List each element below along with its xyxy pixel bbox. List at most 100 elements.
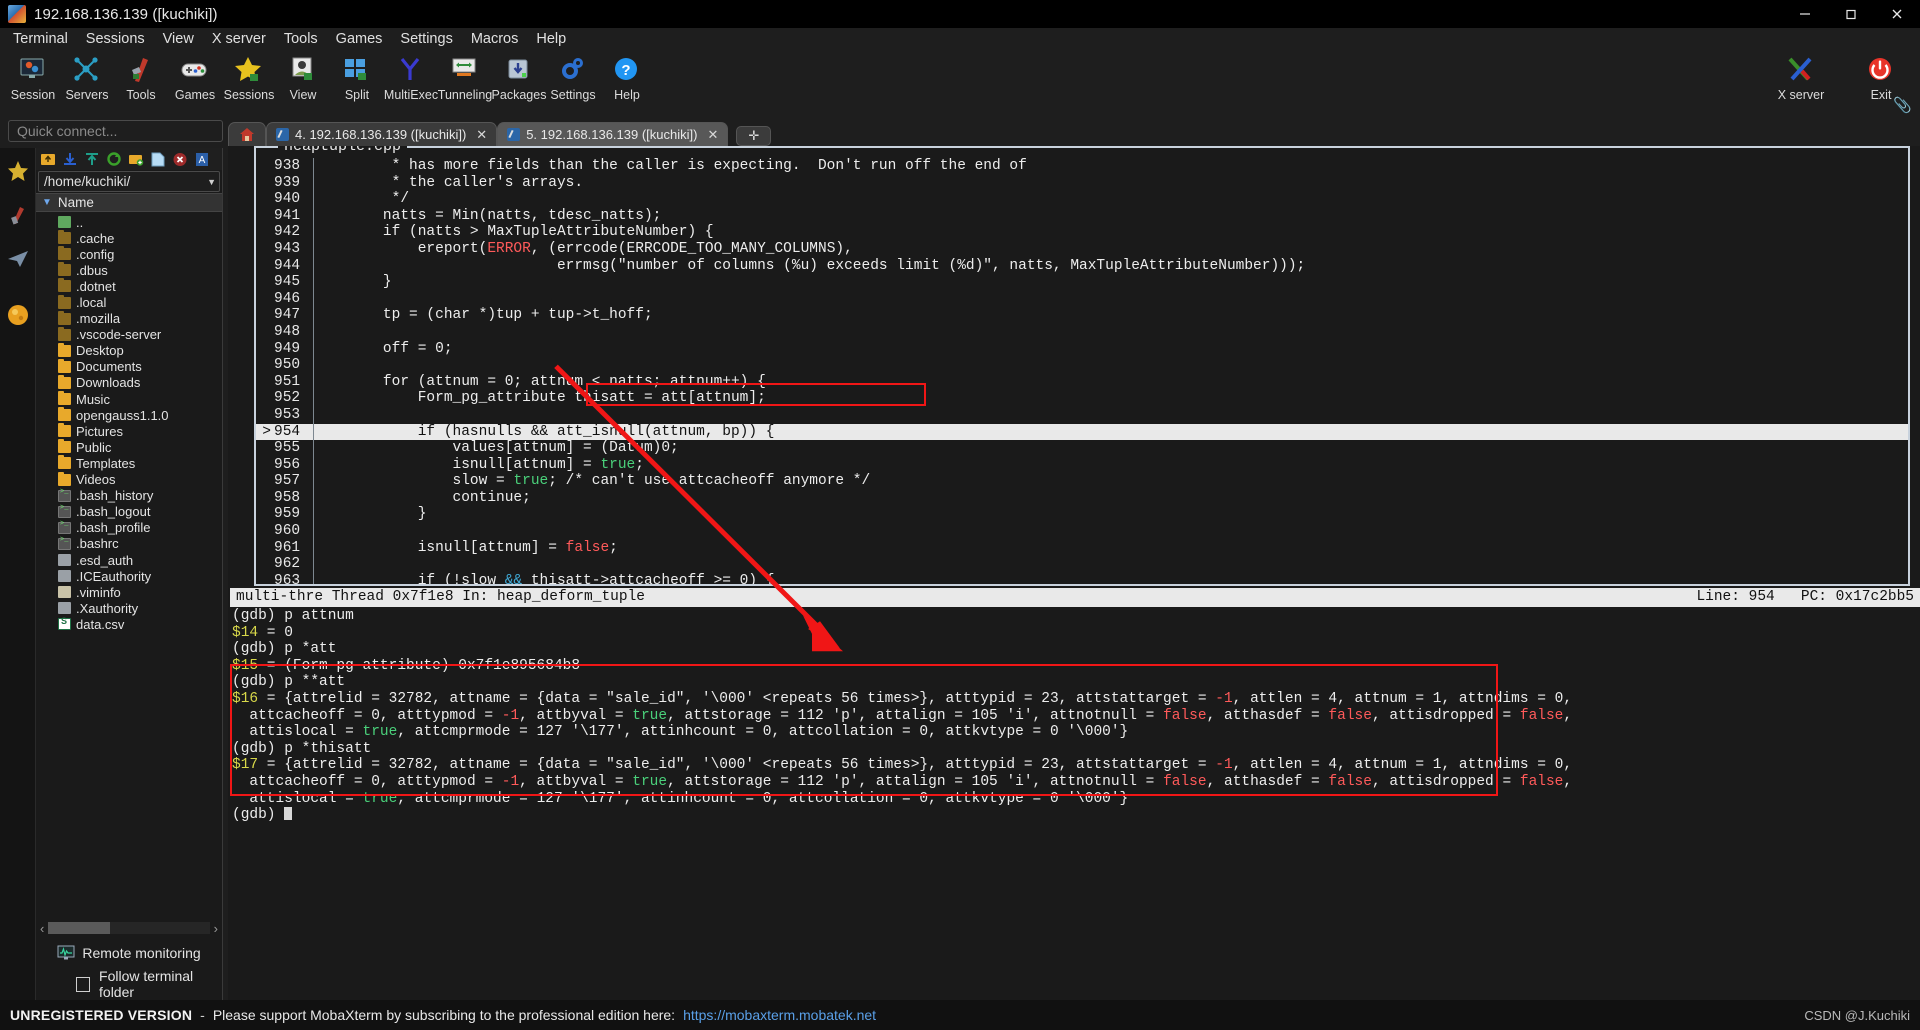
file-list-item[interactable]: ..	[36, 214, 222, 230]
gdb-console-output[interactable]: (gdb) p attnum $14 = 0 (gdb) p *att $15 = (…	[230, 608, 1920, 1000]
terminal-area[interactable]: heaptuple.cpp 938 * has more fields than…	[228, 146, 1920, 1000]
new-folder-icon[interactable]	[127, 150, 145, 168]
toolbar-session-button[interactable]: Session	[6, 52, 60, 102]
path-dropdown[interactable]: /home/kuchiki/ ▼	[38, 171, 220, 192]
toolbar-sessions-button[interactable]: Sessions	[222, 52, 276, 102]
file-list-item[interactable]: Pictures	[36, 423, 222, 439]
toolbar-packages-button[interactable]: Packages	[492, 52, 546, 102]
file-list-item[interactable]: .Xauthority	[36, 600, 222, 616]
session-tab[interactable]: 4. 192.168.136.139 ([kuchiki]) ✕	[266, 122, 498, 146]
toolbar-split-button[interactable]: Split	[330, 52, 384, 102]
file-list-item[interactable]: .bash_history	[36, 488, 222, 504]
scroll-right-arrow-icon[interactable]: ›	[214, 921, 218, 936]
toolbar-help-button[interactable]: ? Help	[600, 52, 654, 102]
maximize-button[interactable]	[1828, 0, 1874, 28]
menu-item-help[interactable]: Help	[527, 29, 575, 49]
tab-close-icon[interactable]: ✕	[707, 127, 718, 143]
toolbar-tools-button[interactable]: Tools	[114, 52, 168, 102]
sh-icon	[58, 536, 71, 550]
toolbar-servers-button[interactable]: Servers	[60, 52, 114, 102]
file-name: .bash_history	[76, 488, 154, 504]
file-list-item[interactable]: .bashrc	[36, 536, 222, 552]
file-list-item[interactable]: .ICEauthority	[36, 568, 222, 584]
text-mode-icon[interactable]: A	[193, 150, 211, 168]
scrollbar-track[interactable]	[48, 922, 210, 934]
file-list-item[interactable]: .config	[36, 246, 222, 262]
file-list-item[interactable]: .cache	[36, 230, 222, 246]
menu-item-x-server[interactable]: X server	[203, 29, 275, 49]
code-text: * has more fields than the caller is exp…	[322, 158, 1027, 174]
menu-item-terminal[interactable]: Terminal	[4, 29, 77, 49]
code-text: natts = Min(natts, tdesc_natts);	[322, 207, 662, 224]
minimize-button[interactable]	[1782, 0, 1828, 28]
file-list-item[interactable]: Downloads	[36, 374, 222, 391]
file-name: .mozilla	[76, 311, 121, 327]
folder-icon	[58, 471, 71, 486]
file-list-item[interactable]: .vscode-server	[36, 326, 222, 343]
mobaxterm-link[interactable]: https://mobaxterm.mobatek.net	[683, 1007, 876, 1023]
toolbar-tunneling-button[interactable]: Tunneling	[438, 52, 492, 102]
file-list-item[interactable]: Templates	[36, 455, 222, 471]
favorites-star-icon[interactable]	[3, 156, 33, 186]
close-button[interactable]	[1874, 0, 1920, 28]
scroll-left-arrow-icon[interactable]: ‹	[40, 921, 44, 936]
file-list-item[interactable]: .local	[36, 294, 222, 310]
tab-close-icon[interactable]: ✕	[476, 127, 487, 143]
plain-icon	[58, 602, 71, 615]
toolbar-settings-button[interactable]: Settings	[546, 52, 600, 102]
file-list-item[interactable]: .bash_logout	[36, 504, 222, 520]
toolbar-multiexec-button[interactable]: MultiExec	[384, 52, 438, 102]
globe-icon[interactable]	[3, 300, 33, 330]
send-plane-icon[interactable]	[3, 244, 33, 274]
menu-item-settings[interactable]: Settings	[391, 29, 461, 49]
file-list-item[interactable]: .dotnet	[36, 278, 222, 294]
follow-terminal-folder-checkbox[interactable]	[76, 976, 91, 992]
file-list-item[interactable]: Desktop	[36, 342, 222, 359]
file-list-hscrollbar[interactable]: ‹ ›	[36, 918, 222, 938]
menu-item-sessions[interactable]: Sessions	[77, 29, 154, 49]
home-tab[interactable]	[228, 122, 266, 146]
file-list[interactable]: .. .cache .config .dbus .dotnet .local .mozill…	[36, 212, 222, 918]
remote-monitoring-button[interactable]: Remote monitoring	[36, 938, 222, 968]
file-list-item[interactable]: Music	[36, 391, 222, 407]
file-list-item[interactable]: Documents	[36, 358, 222, 375]
toolbar-exit-button[interactable]: Exit	[1850, 52, 1912, 102]
file-list-item[interactable]: data.csv	[36, 616, 222, 632]
parent-folder-icon[interactable]	[39, 150, 57, 168]
file-list-item[interactable]: .mozilla	[36, 310, 222, 327]
code-line: 944 errmsg("number of columns (%u) excee…	[256, 257, 1908, 275]
follow-terminal-folder-row[interactable]: Follow terminal folder	[36, 968, 222, 1000]
code-line: 952 Form_pg_attribute thisatt = att[attn…	[256, 390, 1908, 407]
new-file-icon[interactable]	[149, 150, 167, 168]
toolbar-x-server-button[interactable]: X server	[1770, 52, 1832, 102]
menu-item-games[interactable]: Games	[327, 29, 392, 49]
new-tab-button[interactable]: ✛	[736, 126, 772, 146]
file-list-item[interactable]: .bash_profile	[36, 520, 222, 536]
name-column-header[interactable]: ▼ Name	[36, 193, 222, 212]
file-list-item[interactable]: .esd_auth	[36, 552, 222, 568]
download-icon[interactable]	[61, 150, 79, 168]
file-name: .dotnet	[76, 278, 116, 294]
menu-item-view[interactable]: View	[154, 29, 203, 49]
toolbar-button-label: Tunneling	[437, 88, 493, 102]
file-browser-toolbar: A	[36, 148, 222, 170]
file-list-item[interactable]: .viminfo	[36, 584, 222, 600]
tools-knife-icon[interactable]	[3, 200, 33, 230]
refresh-icon[interactable]	[105, 150, 123, 168]
delete-icon[interactable]	[171, 150, 189, 168]
file-list-item[interactable]: Videos	[36, 471, 222, 488]
toolbar-games-button[interactable]: Games	[168, 52, 222, 102]
session-tab[interactable]: 5. 192.168.136.139 ([kuchiki]) ✕	[497, 122, 729, 146]
split-icon	[341, 54, 373, 86]
scrollbar-thumb[interactable]	[48, 922, 111, 934]
menu-item-macros[interactable]: Macros	[462, 29, 528, 49]
chevron-down-icon[interactable]: ▼	[207, 177, 216, 187]
menu-item-tools[interactable]: Tools	[275, 29, 327, 49]
file-list-item[interactable]: opengauss1.1.0	[36, 407, 222, 423]
folder-dim-icon	[58, 246, 71, 261]
quick-connect-input[interactable]: Quick connect...	[8, 120, 223, 142]
toolbar-view-button[interactable]: View	[276, 52, 330, 102]
file-list-item[interactable]: Public	[36, 439, 222, 455]
file-list-item[interactable]: .dbus	[36, 262, 222, 278]
upload-icon[interactable]	[83, 150, 101, 168]
